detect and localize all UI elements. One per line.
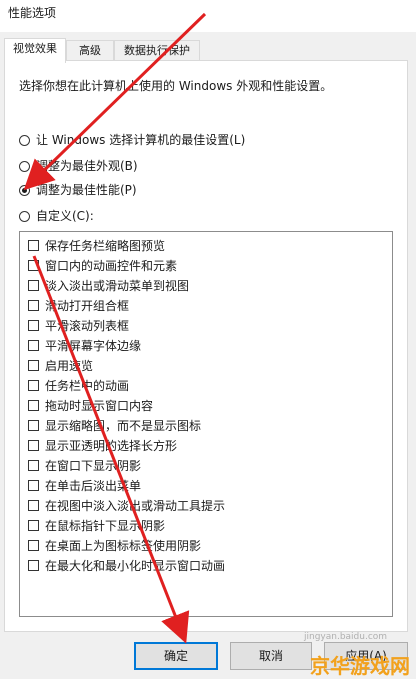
effect-option-label: 在最大化和最小化时显示窗口动画 [45,558,226,573]
radio-button[interactable] [19,210,30,222]
effect-option-label: 保存任务栏缩略图预览 [45,238,166,253]
effect-option-label: 显示缩略图，而不是显示图标 [45,418,202,433]
effects-list[interactable]: 保存任务栏缩略图预览 窗口内的动画控件和元素 淡入淡出或滑动菜单到视图 滑动打开组合框… [19,231,393,617]
radio-label: 调整为最佳性能(P) [36,183,137,197]
effect-option[interactable]: 平滑滚动列表框 [28,316,129,334]
checkbox[interactable] [28,399,39,411]
effect-option-label: 在单击后淡出菜单 [45,478,142,493]
checkbox[interactable] [28,299,39,311]
panel-description: 选择你想在此计算机上使用的 Windows 外观和性能设置。 [19,79,333,93]
effect-option[interactable]: 显示亚透明的选择长方形 [28,436,177,454]
effect-option-label: 滑动打开组合框 [45,298,130,313]
effect-option[interactable]: 窗口内的动画控件和元素 [28,256,177,274]
effect-option[interactable]: 启用速览 [28,356,93,374]
checkbox[interactable] [28,559,39,571]
effect-option[interactable]: 滑动打开组合框 [28,296,129,314]
checkbox[interactable] [28,319,39,331]
checkbox[interactable] [28,459,39,471]
effect-option-label: 显示亚透明的选择长方形 [45,438,178,453]
radio-button[interactable] [19,134,30,146]
radio-label: 调整为最佳外观(B) [36,159,138,173]
checkbox[interactable] [28,539,39,551]
effect-option[interactable]: 在最大化和最小化时显示窗口动画 [28,556,225,574]
effect-option-label: 平滑屏幕字体边缘 [45,338,142,353]
effect-option[interactable]: 拖动时显示窗口内容 [28,396,153,414]
radio-let-windows-choose[interactable]: 让 Windows 选择计算机的最佳设置(L) [19,131,245,149]
radio-label: 让 Windows 选择计算机的最佳设置(L) [36,133,246,147]
checkbox[interactable] [28,279,39,291]
effect-option-label: 在窗口下显示阴影 [45,458,142,473]
effect-option-label: 在桌面上为图标标签使用阴影 [45,538,202,553]
effect-option[interactable]: 保存任务栏缩略图预览 [28,236,165,254]
effect-option-label: 任务栏中的动画 [45,378,130,393]
tab-advanced[interactable]: 高级 [66,40,114,61]
tab-visual-effects[interactable]: 视觉效果 [4,38,66,63]
checkbox[interactable] [28,519,39,531]
checkbox[interactable] [28,239,39,251]
tab-dep[interactable]: 数据执行保护 [114,40,200,61]
checkbox[interactable] [28,439,39,451]
effect-option-label: 启用速览 [45,358,94,373]
checkbox[interactable] [28,359,39,371]
checkbox[interactable] [28,419,39,431]
cancel-button[interactable]: 取消 [230,642,312,670]
watermark-logo: 京华游戏网 [310,654,410,678]
effect-option[interactable]: 平滑屏幕字体边缘 [28,336,141,354]
ok-button[interactable]: 确定 [134,642,218,670]
window-title: 性能选项 [8,6,57,20]
effect-option[interactable]: 在桌面上为图标标签使用阴影 [28,536,201,554]
title-bar: 性能选项 [0,0,416,32]
radio-label: 自定义(C): [36,209,94,223]
effect-option[interactable]: 在鼠标指针下显示阴影 [28,516,165,534]
effect-option-label: 拖动时显示窗口内容 [45,398,154,413]
watermark-url: jingyan.baidu.com [304,632,388,642]
checkbox[interactable] [28,259,39,271]
radio-button[interactable] [19,160,30,172]
visual-effects-panel: 选择你想在此计算机上使用的 Windows 外观和性能设置。 让 Windows… [4,60,408,632]
effect-option-label: 平滑滚动列表框 [45,318,130,333]
effect-option[interactable]: 在窗口下显示阴影 [28,456,141,474]
radio-button[interactable] [19,184,30,196]
checkbox[interactable] [28,379,39,391]
radio-custom[interactable]: 自定义(C): [19,207,94,225]
effect-option[interactable]: 显示缩略图，而不是显示图标 [28,416,201,434]
checkbox[interactable] [28,499,39,511]
radio-best-performance[interactable]: 调整为最佳性能(P) [19,181,137,199]
effect-option-label: 在视图中淡入淡出或滑动工具提示 [45,498,226,513]
checkbox[interactable] [28,479,39,491]
radio-best-appearance[interactable]: 调整为最佳外观(B) [19,157,138,175]
effect-option-label: 在鼠标指针下显示阴影 [45,518,166,533]
effect-option[interactable]: 在单击后淡出菜单 [28,476,141,494]
effect-option[interactable]: 任务栏中的动画 [28,376,129,394]
checkbox[interactable] [28,339,39,351]
effect-option[interactable]: 在视图中淡入淡出或滑动工具提示 [28,496,225,514]
effect-option[interactable]: 淡入淡出或滑动菜单到视图 [28,276,189,294]
effect-option-label: 淡入淡出或滑动菜单到视图 [45,278,190,293]
effect-option-label: 窗口内的动画控件和元素 [45,258,178,273]
